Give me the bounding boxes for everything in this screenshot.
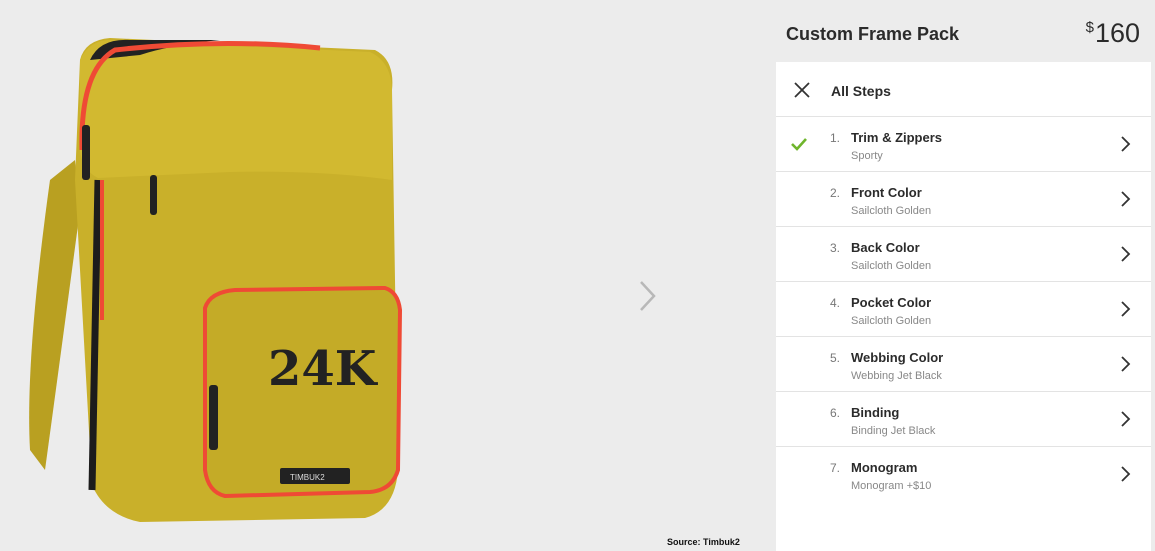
step-title: Pocket Color bbox=[851, 295, 932, 310]
step-item[interactable]: 2. Front Color Sailcloth Golden bbox=[776, 172, 1151, 227]
source-note: Source: Timbuk2 bbox=[667, 537, 740, 547]
step-title: Trim & Zippers bbox=[851, 130, 943, 145]
step-title: Binding bbox=[851, 405, 900, 420]
monogram-text: 24K bbox=[268, 341, 379, 397]
step-item[interactable]: 4. Pocket Color Sailcloth Golden bbox=[776, 282, 1151, 337]
chevron-right-icon bbox=[1121, 466, 1131, 482]
step-title: Front Color bbox=[851, 185, 922, 200]
step-item[interactable]: 7. Monogram Monogram +$10 bbox=[776, 447, 1151, 502]
steps-panel-header: All Steps bbox=[776, 62, 1151, 117]
product-preview-area: 24K TIMBUK2 Source: Timbuk2 bbox=[0, 0, 775, 551]
step-number: 2. bbox=[829, 186, 840, 200]
step-value: Sporty bbox=[851, 150, 883, 162]
step-number: 6. bbox=[829, 406, 840, 420]
step-value: Monogram +$10 bbox=[851, 480, 932, 492]
steps-panel: All Steps 1. Trim & Zippers Sporty 2. Front … bbox=[776, 62, 1151, 551]
step-value: Sailcloth Golden bbox=[851, 205, 932, 217]
step-value: Sailcloth Golden bbox=[851, 315, 932, 327]
step-number: 4. bbox=[829, 296, 840, 310]
step-title: Back Color bbox=[851, 240, 920, 255]
product-price: $160 bbox=[1086, 18, 1140, 49]
step-item[interactable]: 3. Back Color Sailcloth Golden bbox=[776, 227, 1151, 282]
step-number: 5. bbox=[829, 351, 840, 365]
step-value: Binding Jet Black bbox=[851, 425, 936, 437]
steps-list: 1. Trim & Zippers Sporty 2. Front Color Sailc… bbox=[776, 117, 1151, 502]
all-steps-title: All Steps bbox=[831, 83, 891, 99]
price-currency: $ bbox=[1085, 19, 1094, 36]
step-number: 1. bbox=[829, 131, 840, 145]
chevron-right-icon bbox=[1121, 411, 1131, 427]
chevron-right-icon bbox=[1121, 301, 1131, 317]
step-item[interactable]: 1. Trim & Zippers Sporty bbox=[776, 117, 1151, 172]
step-title: Monogram bbox=[851, 460, 918, 475]
step-item[interactable]: 6. Binding Binding Jet Black bbox=[776, 392, 1151, 447]
product-name: Custom Frame Pack bbox=[786, 24, 960, 44]
step-value: Webbing Jet Black bbox=[851, 370, 942, 382]
chevron-right-icon bbox=[1121, 246, 1131, 262]
chevron-right-icon bbox=[1121, 191, 1131, 207]
chevron-right-icon bbox=[1121, 356, 1131, 372]
close-icon[interactable] bbox=[792, 80, 812, 100]
price-amount: 160 bbox=[1094, 18, 1140, 48]
step-title: Webbing Color bbox=[851, 350, 944, 365]
product-header: Custom Frame Pack $160 bbox=[776, 0, 1155, 62]
step-number: 3. bbox=[829, 241, 840, 255]
checkmark-icon bbox=[791, 138, 807, 151]
backpack-image: 24K TIMBUK2 bbox=[29, 38, 403, 522]
brand-label: TIMBUK2 bbox=[290, 473, 325, 482]
chevron-right-icon bbox=[1121, 136, 1131, 152]
step-number: 7. bbox=[829, 461, 840, 475]
next-arrow-icon[interactable] bbox=[632, 278, 662, 314]
step-value: Sailcloth Golden bbox=[851, 260, 932, 272]
step-item[interactable]: 5. Webbing Color Webbing Jet Black bbox=[776, 337, 1151, 392]
